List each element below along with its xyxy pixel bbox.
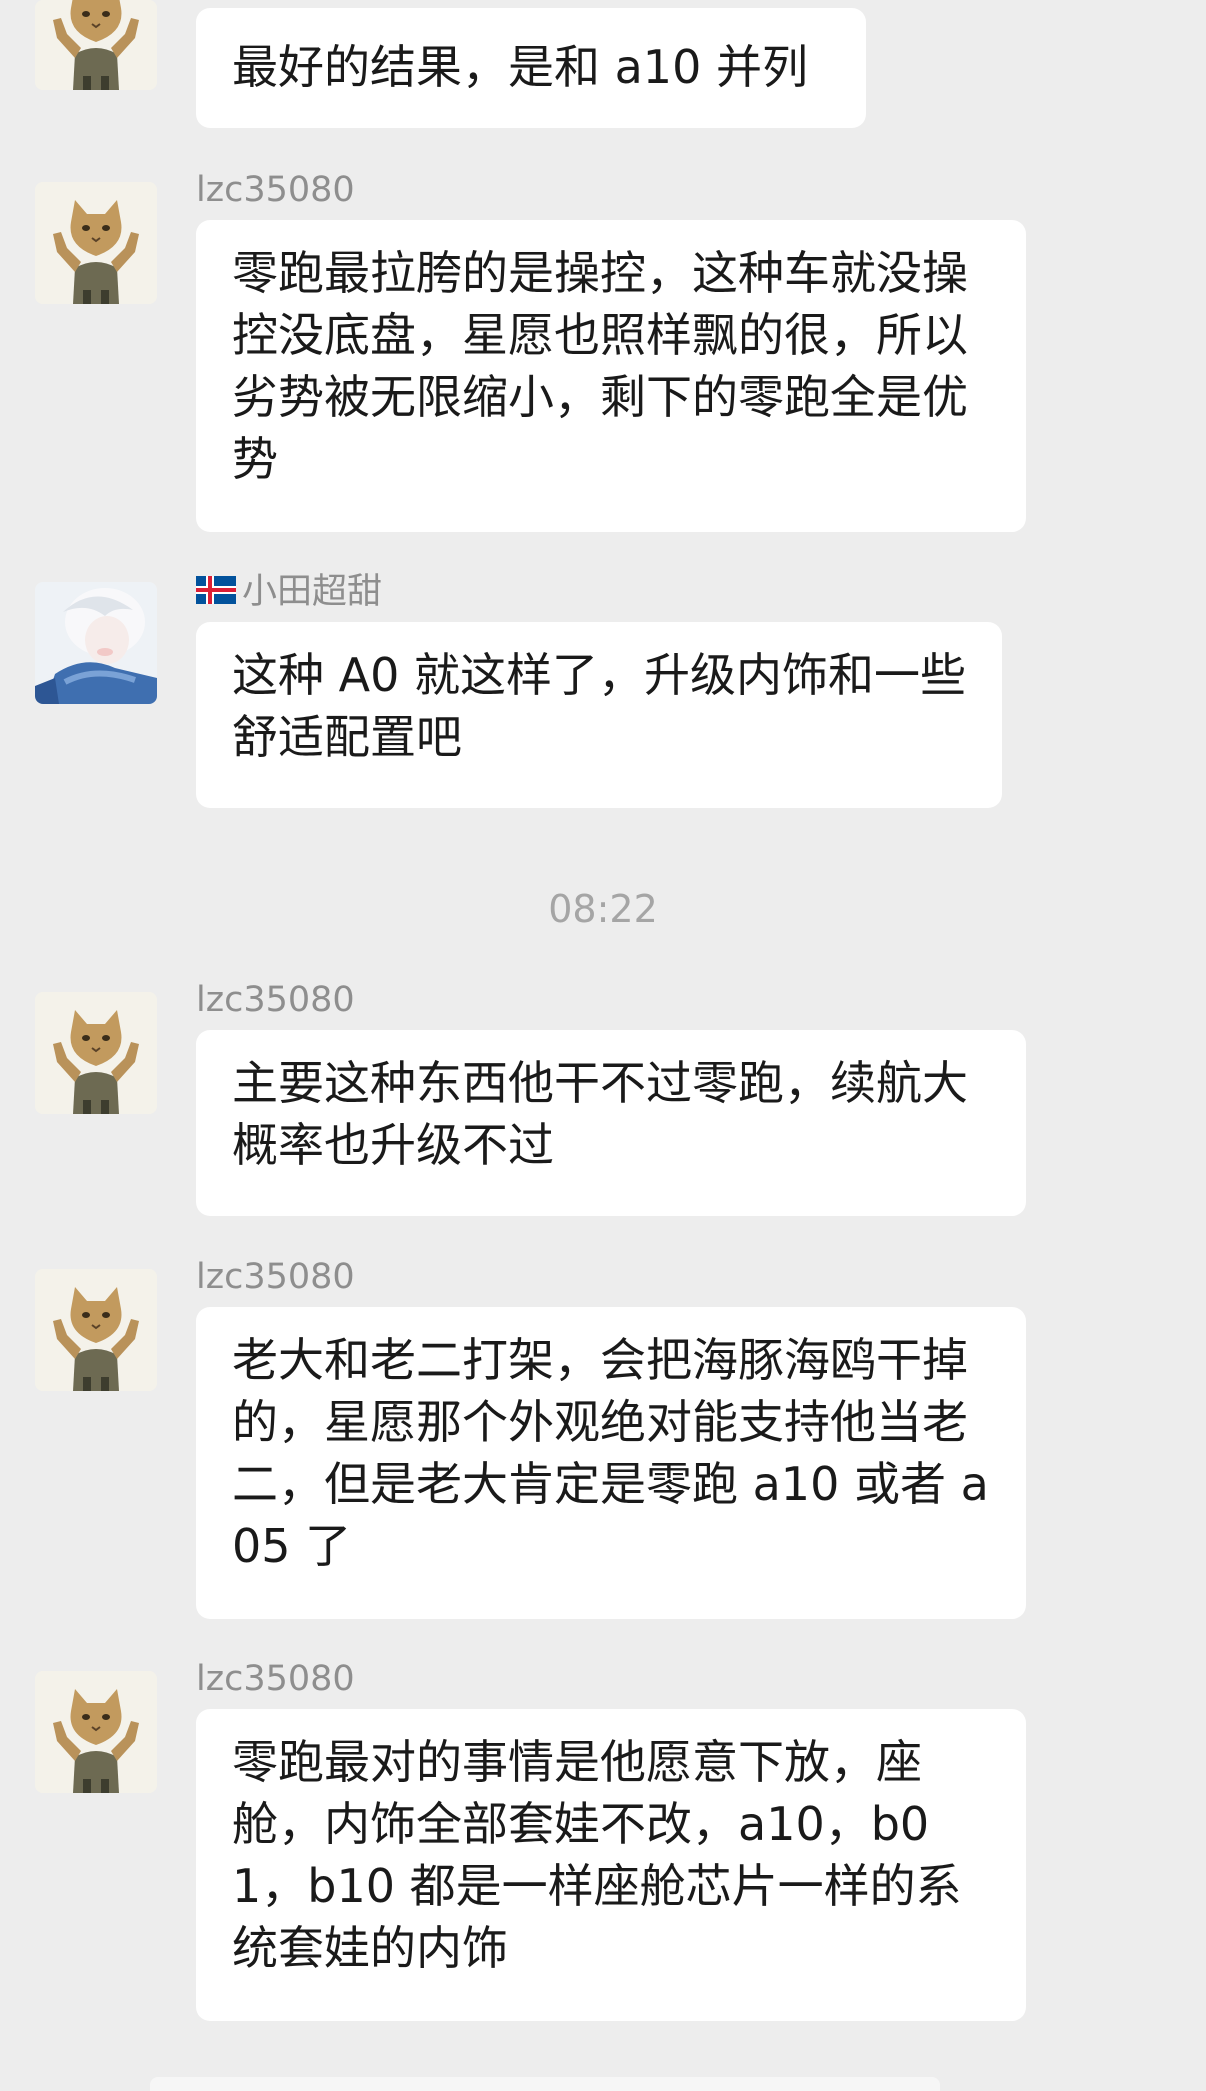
sender-name: lzc35080: [196, 170, 355, 210]
message-bubble[interactable]: 老大和老二打架，会把海豚海鸥干掉的，星愿那个外观绝对能支持他当老二，但是老大肯定…: [196, 1307, 1026, 1619]
message-bubble[interactable]: 零跑最对的事情是他愿意下放，座舱，内饰全部套娃不改，a10，b01，b10 都是…: [196, 1709, 1026, 2021]
message-text: 主要这种东西他干不过零跑，续航大概率也升级不过: [232, 1056, 968, 1172]
avatar[interactable]: [35, 182, 157, 304]
message-text: 最好的结果，是和 a10 并列: [232, 40, 808, 94]
cat-avatar-icon: [35, 1269, 157, 1391]
cat-avatar-icon: [35, 992, 157, 1114]
cat-avatar-icon: [35, 0, 157, 90]
message-text: 零跑最拉胯的是操控，这种车就没操控没底盘，星愿也照样飘的很，所以劣势被无限缩小，…: [232, 246, 968, 486]
message-bubble[interactable]: 这种 A0 就这样了，升级内饰和一些舒适配置吧: [196, 622, 1002, 808]
avatar[interactable]: [35, 1671, 157, 1793]
iceland-flag-icon: [196, 576, 236, 604]
cat-avatar-icon: [35, 182, 157, 304]
sender-name-text: 小田超甜: [242, 572, 383, 612]
sender-name: 小田超甜: [196, 572, 382, 612]
message-text: 零跑最对的事情是他愿意下放，座舱，内饰全部套娃不改，a10，b01，b10 都是…: [232, 1735, 962, 1975]
sender-name: lzc35080: [196, 1659, 355, 1699]
message-bubble[interactable]: 零跑最拉胯的是操控，这种车就没操控没底盘，星愿也照样飘的很，所以劣势被无限缩小，…: [196, 220, 1026, 532]
message-bubble[interactable]: 最好的结果，是和 a10 并列: [196, 8, 866, 128]
message-bubble[interactable]: 主要这种东西他干不过零跑，续航大概率也升级不过: [196, 1030, 1026, 1216]
cat-avatar-icon: [35, 1671, 157, 1793]
avatar[interactable]: [35, 0, 157, 90]
sender-name: lzc35080: [196, 980, 355, 1020]
avatar[interactable]: [35, 1269, 157, 1391]
chat-view: 最好的结果，是和 a10 并列 lzc35080 零跑最拉胯的是操控，这种车就没…: [0, 0, 1206, 2091]
avatar[interactable]: [35, 992, 157, 1114]
anime-avatar-icon: [35, 582, 157, 704]
message-text: 这种 A0 就这样了，升级内饰和一些舒适配置吧: [232, 648, 966, 764]
avatar[interactable]: [35, 582, 157, 704]
timestamp: 08:22: [548, 887, 658, 931]
message-text: 老大和老二打架，会把海豚海鸥干掉的，星愿那个外观绝对能支持他当老二，但是老大肯定…: [232, 1333, 989, 1573]
sender-name: lzc35080: [196, 1257, 355, 1297]
input-bar-edge: [150, 2077, 940, 2091]
